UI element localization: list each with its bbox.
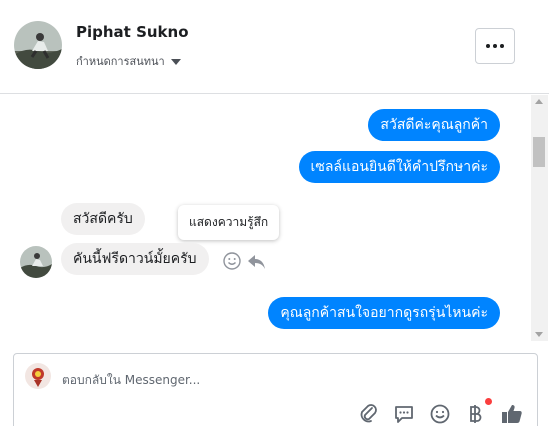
like-icon[interactable] xyxy=(500,402,524,426)
conversation-header: Piphat Sukno กำหนดการสนทนา xyxy=(0,0,549,94)
attach-icon[interactable] xyxy=(357,402,381,426)
scroll-up-icon[interactable] xyxy=(535,99,543,104)
baht-icon[interactable] xyxy=(463,402,487,426)
chevron-down-icon xyxy=(170,58,181,65)
emoji-icon[interactable] xyxy=(428,402,452,426)
message-incoming[interactable]: คันนี้ฟรีดาวน์มั้ยครับ xyxy=(61,243,209,275)
message-outgoing[interactable]: คุณลูกค้าสนใจอยากดูรถรุ่นไหนค่ะ xyxy=(268,297,500,329)
contact-avatar[interactable] xyxy=(14,21,62,69)
conversation-settings-label: กำหนดการสนทนา xyxy=(76,55,165,68)
page-avatar xyxy=(25,363,51,389)
reply-input[interactable]: ตอบกลับใน Messenger... xyxy=(62,371,200,390)
reply-icon[interactable] xyxy=(247,252,267,272)
more-horizontal-icon xyxy=(486,44,490,48)
message-outgoing[interactable]: สวัสดีค่ะคุณลูกค้า xyxy=(368,109,500,141)
contact-name[interactable]: Piphat Sukno xyxy=(76,23,189,41)
notification-badge xyxy=(485,398,492,405)
saved-replies-icon[interactable] xyxy=(392,402,416,426)
scroll-down-icon[interactable] xyxy=(535,332,543,337)
reply-composer: ตอบกลับใน Messenger... xyxy=(13,353,538,426)
message-thread: สวัสดีค่ะคุณลูกค้า เซลล์แอนยินดีให้คำปรึ… xyxy=(0,95,549,341)
conversation-settings-dropdown[interactable]: กำหนดการสนทนา xyxy=(76,52,181,70)
contact-avatar-small xyxy=(20,246,52,278)
message-scrollbar[interactable] xyxy=(531,95,548,341)
react-icon[interactable] xyxy=(222,251,242,271)
message-outgoing[interactable]: เซลล์แอนยินดีให้คำปรึกษาค่ะ xyxy=(298,151,500,183)
scroll-thumb[interactable] xyxy=(533,137,545,167)
message-incoming[interactable]: สวัสดีครับ xyxy=(61,203,145,235)
more-options-button[interactable] xyxy=(475,28,515,64)
react-tooltip: แสดงความรู้สึก xyxy=(178,205,280,240)
